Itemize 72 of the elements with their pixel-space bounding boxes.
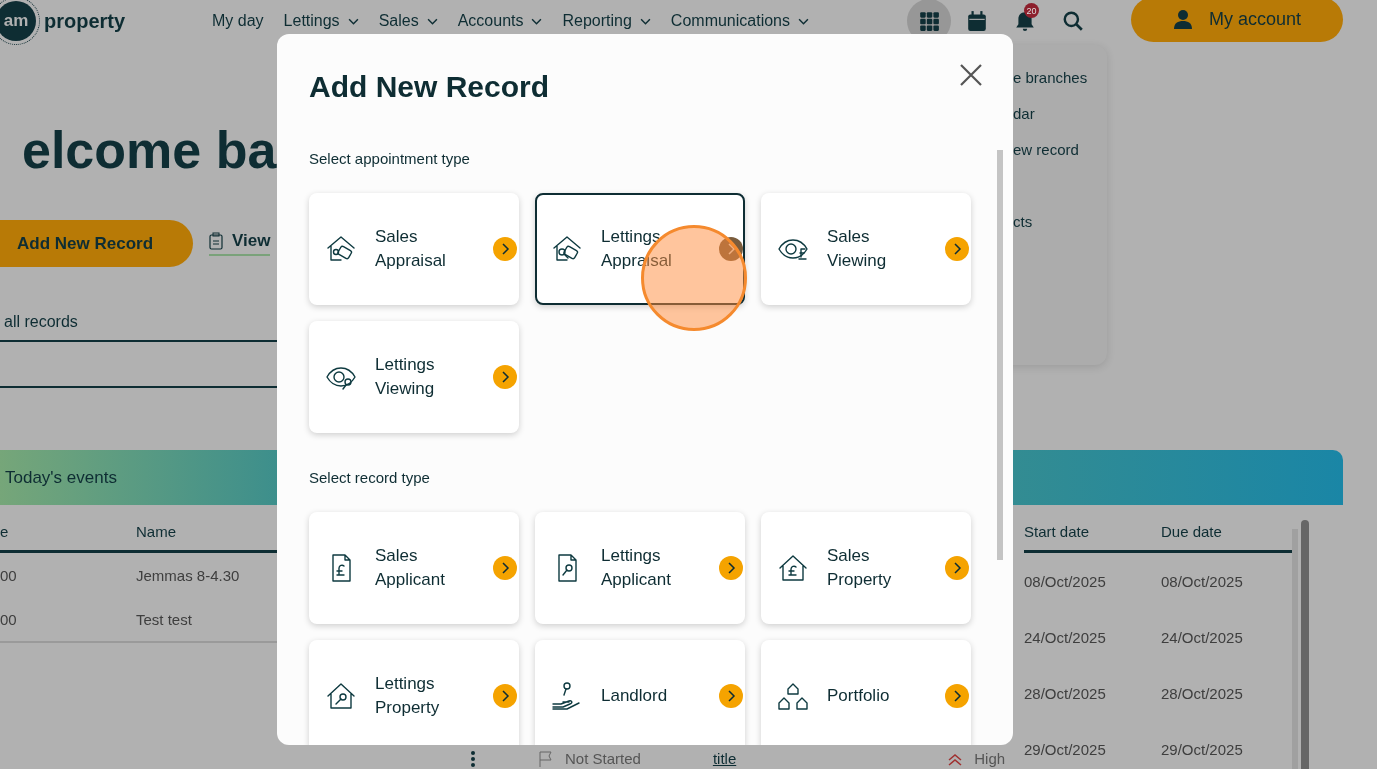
table-cell: 08/Oct/2025: [1161, 551, 1298, 609]
logo-mark: am: [0, 1, 36, 41]
priority-text: High: [974, 750, 1006, 767]
nav-menu-item[interactable]: Sales: [378, 12, 438, 30]
record-type-card[interactable]: Lettings Applicant: [535, 512, 745, 624]
scrollbar[interactable]: [997, 150, 1003, 560]
record-type-card[interactable]: Sales Property: [761, 512, 971, 624]
calendar-icon[interactable]: [966, 10, 988, 32]
nav-menu-item[interactable]: Lettings: [283, 12, 359, 30]
record-type-card[interactable]: Landlord: [535, 640, 745, 745]
table-cell-text: 28/Oct/2025: [1161, 683, 1244, 704]
chevron-right-icon: [493, 684, 517, 708]
table-cell: Jemmas 8-4.30: [136, 551, 277, 597]
house-key-icon: [325, 680, 357, 712]
record-type-card[interactable]: Lettings Viewing: [309, 321, 519, 433]
close-button[interactable]: [959, 64, 983, 88]
welcome-heading: elcome ba: [22, 120, 277, 180]
chevron-right-icon: [945, 556, 969, 580]
record-type-card[interactable]: Sales Applicant: [309, 512, 519, 624]
table-cell: 29/Oct/2025: [1024, 721, 1161, 769]
chevron-right-icon: [493, 556, 517, 580]
record-type-card[interactable]: Lettings Property: [309, 640, 519, 745]
account-button[interactable]: My account: [1131, 0, 1343, 42]
scrollbar-thumb[interactable]: [1301, 520, 1309, 769]
scrollbar[interactable]: [1292, 529, 1298, 769]
menu-item[interactable]: dar: [1013, 105, 1035, 141]
notification-badge: 20: [1024, 3, 1039, 18]
chevron-right-icon: [493, 365, 517, 389]
section-heading: Select appointment type: [309, 150, 470, 167]
record-type-card[interactable]: Sales Appraisal: [309, 193, 519, 305]
table-cell: 24/Oct/2025: [1024, 609, 1161, 665]
clipboard-icon: [209, 232, 224, 250]
chevron-right-icon: [719, 237, 743, 261]
bell-icon[interactable]: [1014, 10, 1036, 32]
menu-item[interactable]: cts: [1013, 213, 1033, 249]
more-options-icon[interactable]: [471, 751, 475, 767]
chevron-right-icon: [719, 556, 743, 580]
priority-high-icon: [948, 753, 963, 767]
table-cell: 00: [0, 551, 136, 597]
modal-title: Add New Record: [309, 70, 550, 104]
table-cell: 28/Oct/2025: [1024, 665, 1161, 721]
nav-menu-item[interactable]: Accounts: [457, 12, 543, 30]
chevron-right-icon: [493, 237, 517, 261]
record-type-card[interactable]: Sales Viewing: [761, 193, 971, 305]
column-header: e: [0, 505, 136, 552]
table-cell: 00: [0, 597, 136, 642]
table-cell-text: 24/Oct/2025: [1161, 627, 1244, 648]
menu-item[interactable]: e branches: [1013, 69, 1088, 105]
nav-menu-item[interactable]: My day: [212, 12, 264, 30]
logo-name: property: [44, 9, 126, 33]
search-icon[interactable]: [1062, 10, 1084, 32]
add-record-button[interactable]: Add New Record: [0, 220, 194, 267]
events-title: Today's events: [4, 467, 117, 488]
table-cell-text: 29/Oct/2025: [1161, 739, 1244, 760]
chevron-right-icon: [719, 684, 743, 708]
apps-grid-icon[interactable]: [918, 10, 940, 32]
task-title-link[interactable]: title: [712, 750, 737, 767]
nav-menu-item[interactable]: Reporting: [562, 12, 651, 30]
record-type-card[interactable]: Portfolio: [761, 640, 971, 745]
house-icon: [777, 552, 809, 584]
table-cell: 08/Oct/2025: [1024, 551, 1161, 609]
column-header: Start date: [1024, 505, 1161, 552]
chevron-right-icon: [945, 684, 969, 708]
nav-menu-item[interactable]: Communications: [670, 12, 809, 30]
section-heading: Select record type: [309, 469, 430, 486]
flag-icon: [539, 751, 553, 767]
person-icon: [1172, 9, 1193, 29]
close-icon: [960, 64, 982, 86]
status-text: Not Started: [565, 750, 641, 767]
view-link[interactable]: View: [209, 231, 271, 256]
menu-item[interactable]: ew record: [1013, 141, 1079, 177]
chevron-right-icon: [945, 237, 969, 261]
